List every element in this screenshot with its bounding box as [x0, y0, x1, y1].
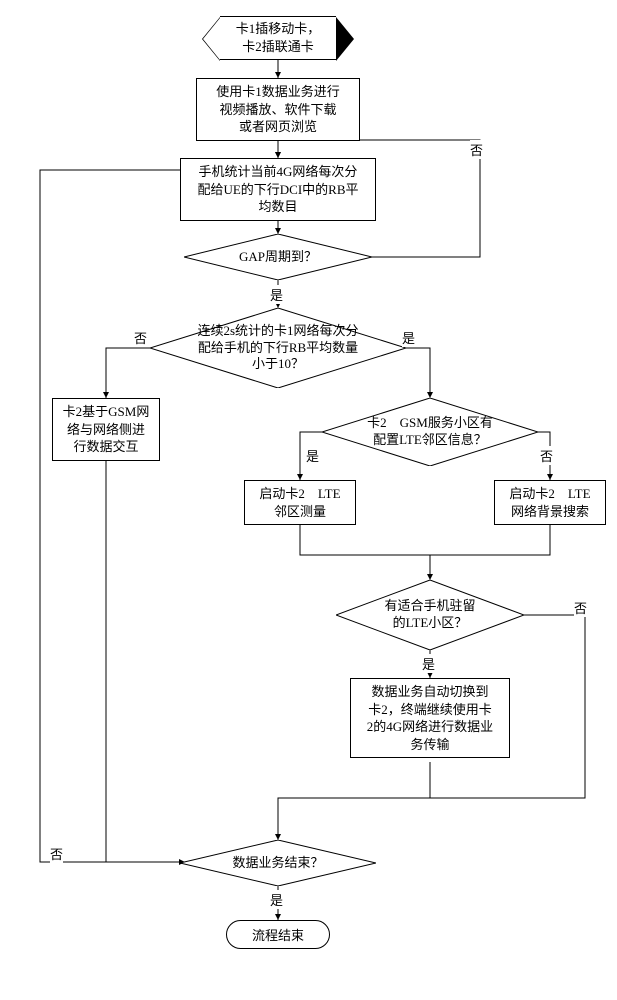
label-yes: 是: [270, 890, 283, 909]
dec-rb-text: 连续2s统计的卡1网络每次分 配给手机的下行RB平均数量 小于10？: [197, 323, 358, 374]
label-yes: 是: [402, 328, 415, 347]
decision-fit-cell: 有适合手机驻留 的LTE小区？: [336, 580, 524, 650]
flowchart-canvas: 卡1插移动卡， 卡2插联通卡 使用卡1数据业务进行 视频播放、软件下载 或者网页…: [10, 10, 607, 990]
label-no: 否: [574, 598, 587, 617]
label-yes: 是: [306, 446, 319, 465]
decision-gap: GAP周期到？: [184, 234, 372, 280]
decision-rb: 连续2s统计的卡1网络每次分 配给手机的下行RB平均数量 小于10？: [150, 308, 406, 388]
box-lte-bg-search: 启动卡2 LTE 网络背景搜索: [494, 480, 606, 525]
box-switch-card2: 数据业务自动切换到 卡2，终端继续使用卡 2的4G网络进行数据业 务传输: [350, 678, 510, 758]
end-node: 流程结束: [226, 920, 330, 949]
label-no: 否: [50, 844, 63, 863]
dec-gap-text: GAP周期到？: [239, 249, 317, 266]
end-text: 流程结束: [252, 928, 304, 943]
label-no: 否: [470, 140, 483, 159]
step-stats-rb: 手机统计当前4G网络每次分 配给UE的下行DCI中的RB平 均数目: [180, 158, 376, 221]
step1-text: 使用卡1数据业务进行 视频播放、软件下载 或者网页浏览: [216, 84, 340, 134]
box-gsm-interact: 卡2基于GSM网 络与网络侧进 行数据交互: [52, 398, 160, 461]
dec-end-text: 数据业务结束？: [232, 855, 323, 872]
dec-fit-text: 有适合手机驻留 的LTE小区？: [384, 598, 475, 632]
start-node: 卡1插移动卡， 卡2插联通卡: [220, 16, 336, 60]
box-lte-measure: 启动卡2 LTE 邻区测量: [244, 480, 356, 525]
label-yes: 是: [422, 654, 435, 673]
box-bg-text: 启动卡2 LTE 网络背景搜索: [509, 486, 590, 519]
box-switch-text: 数据业务自动切换到 卡2，终端继续使用卡 2的4G网络进行数据业 务传输: [367, 684, 493, 752]
box-meas-text: 启动卡2 LTE 邻区测量: [259, 486, 340, 519]
label-yes: 是: [270, 285, 283, 304]
label-no: 否: [134, 328, 147, 347]
decision-lte-config: 卡2 GSM服务小区有 配置LTE邻区信息？: [322, 398, 538, 466]
leftbox-text: 卡2基于GSM网 络与网络侧进 行数据交互: [63, 404, 150, 454]
label-no: 否: [540, 446, 553, 465]
decision-end: 数据业务结束？: [180, 840, 376, 886]
step2-text: 手机统计当前4G网络每次分 配给UE的下行DCI中的RB平 均数目: [197, 164, 358, 214]
dec-cfg-text: 卡2 GSM服务小区有 配置LTE邻区信息？: [367, 415, 493, 449]
start-text: 卡1插移动卡， 卡2插联通卡: [236, 20, 321, 55]
step-use-card1: 使用卡1数据业务进行 视频播放、软件下载 或者网页浏览: [196, 78, 360, 141]
